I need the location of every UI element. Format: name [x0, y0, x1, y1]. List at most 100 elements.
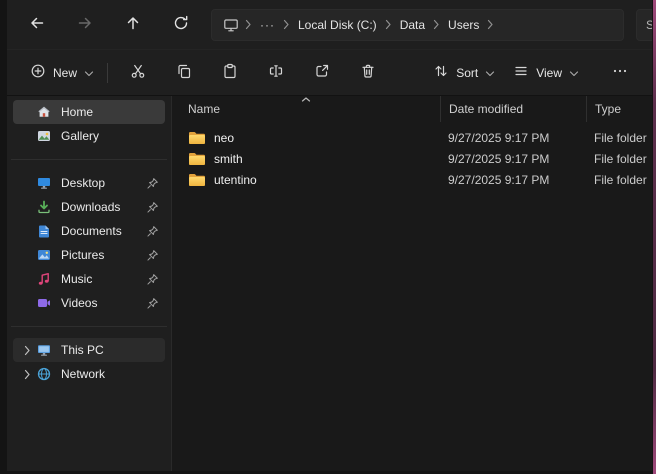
scissors-icon	[130, 63, 146, 82]
network-icon	[36, 366, 52, 382]
file-type: File folder	[586, 173, 652, 187]
up-button[interactable]	[115, 8, 151, 42]
navigation-pane: Home Gallery Desktop	[7, 96, 172, 471]
chevron-down-icon	[569, 66, 579, 80]
column-header-date-modified[interactable]: Date modified	[440, 96, 586, 122]
file-list-pane: Name Date modified Type	[172, 96, 652, 471]
file-type: File folder	[586, 131, 652, 145]
forward-button[interactable]	[67, 8, 103, 42]
navigation-bar: ··· Local Disk (C:) Data Users Se	[7, 0, 652, 50]
column-headers: Name Date modified Type	[172, 96, 652, 122]
folder-icon	[188, 152, 206, 166]
sidebar-item-label: Home	[61, 105, 159, 119]
address-bar[interactable]: ··· Local Disk (C:) Data Users	[211, 9, 624, 41]
delete-button[interactable]	[350, 56, 386, 90]
refresh-icon	[173, 15, 189, 34]
refresh-button[interactable]	[163, 8, 199, 42]
breadcrumb-data[interactable]: Data	[393, 13, 432, 37]
sidebar-item-videos[interactable]: Videos	[13, 291, 165, 315]
content-area: Home Gallery Desktop	[7, 96, 652, 471]
sidebar-item-gallery[interactable]: Gallery	[13, 124, 165, 148]
sort-ascending-icon	[302, 97, 311, 102]
rename-icon	[268, 63, 284, 82]
desktop-icon	[36, 175, 52, 191]
arrow-left-icon	[29, 15, 45, 34]
expander-slot	[19, 199, 36, 215]
toolbar-separator	[107, 63, 108, 83]
screenshot-root: ··· Local Disk (C:) Data Users Se	[0, 0, 656, 474]
sort-icon	[433, 63, 449, 82]
sidebar-separator	[11, 159, 167, 160]
chevron-right-icon	[384, 19, 393, 30]
copy-button[interactable]	[166, 56, 202, 90]
sidebar-item-pictures[interactable]: Pictures	[13, 243, 165, 267]
sidebar-item-label: Network	[61, 367, 159, 381]
sidebar-item-label: Pictures	[61, 248, 145, 262]
sidebar-item-label: Videos	[61, 296, 145, 310]
sidebar-item-label: Gallery	[61, 129, 159, 143]
column-header-name[interactable]: Name	[172, 96, 440, 122]
share-button[interactable]	[304, 56, 340, 90]
pin-icon	[145, 200, 159, 214]
column-header-type[interactable]: Type	[586, 96, 652, 122]
plus-circle-icon	[30, 63, 46, 82]
file-row-utentino[interactable]: utentino 9/27/2025 9:17 PM File folder	[172, 169, 652, 190]
sidebar-item-downloads[interactable]: Downloads	[13, 195, 165, 219]
sidebar-item-label: Downloads	[61, 200, 145, 214]
sidebar-item-home[interactable]: Home	[13, 100, 165, 124]
folder-icon	[188, 131, 206, 145]
sidebar-item-this-pc[interactable]: This PC	[13, 338, 165, 362]
sidebar-item-label: Desktop	[61, 176, 145, 190]
view-label: View	[536, 66, 562, 80]
copy-icon	[176, 63, 192, 82]
sidebar-item-documents[interactable]: Documents	[13, 219, 165, 243]
search-input[interactable]: Se	[636, 9, 652, 41]
view-button[interactable]: View	[504, 57, 588, 89]
downloads-icon	[36, 199, 52, 215]
more-options-button[interactable]	[602, 56, 638, 90]
monitor-icon	[218, 17, 244, 33]
file-row-neo[interactable]: neo 9/27/2025 9:17 PM File folder	[172, 127, 652, 148]
new-button[interactable]: New	[21, 57, 103, 89]
pin-icon	[145, 272, 159, 286]
back-button[interactable]	[19, 8, 55, 42]
search-text: Se	[646, 18, 652, 32]
cut-button[interactable]	[120, 56, 156, 90]
file-row-smith[interactable]: smith 9/27/2025 9:17 PM File folder	[172, 148, 652, 169]
view-icon	[513, 63, 529, 82]
music-icon	[36, 271, 52, 287]
sidebar-item-desktop[interactable]: Desktop	[13, 171, 165, 195]
sort-button[interactable]: Sort	[424, 57, 504, 89]
chevron-down-icon	[84, 66, 94, 80]
sidebar-item-label: This PC	[61, 343, 159, 357]
breadcrumb-local-disk[interactable]: Local Disk (C:)	[291, 13, 384, 37]
gallery-icon	[36, 128, 52, 144]
expander-slot	[19, 223, 36, 239]
column-label: Date modified	[449, 102, 523, 116]
paste-button[interactable]	[212, 56, 248, 90]
breadcrumb-users[interactable]: Users	[441, 13, 486, 37]
breadcrumb-overflow[interactable]: ···	[253, 13, 282, 37]
pin-icon	[145, 248, 159, 262]
pin-icon	[145, 296, 159, 310]
sidebar-separator	[11, 326, 167, 327]
sort-label: Sort	[456, 66, 478, 80]
file-name: utentino	[214, 173, 257, 187]
sidebar-item-music[interactable]: Music	[13, 267, 165, 291]
file-name: neo	[214, 131, 234, 145]
file-date-modified: 9/27/2025 9:17 PM	[440, 152, 586, 166]
column-label: Name	[188, 102, 220, 116]
column-label: Type	[595, 102, 621, 116]
expander-slot	[19, 295, 36, 311]
sidebar-item-network[interactable]: Network	[13, 362, 165, 386]
rename-button[interactable]	[258, 56, 294, 90]
expander-slot	[19, 104, 36, 120]
chevron-right-icon[interactable]	[19, 342, 36, 358]
clipboard-icon	[222, 63, 238, 82]
sidebar-item-label: Documents	[61, 224, 145, 238]
documents-icon	[36, 223, 52, 239]
pin-icon	[145, 176, 159, 190]
chevron-right-icon	[282, 19, 291, 30]
chevron-right-icon[interactable]	[19, 366, 36, 382]
command-bar: New	[7, 50, 652, 96]
